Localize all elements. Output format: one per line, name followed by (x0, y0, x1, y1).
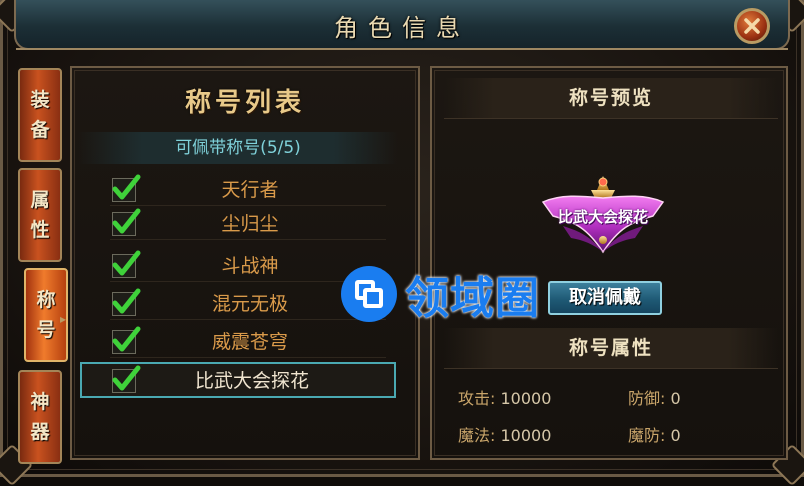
attribute-label: 攻击: (458, 389, 496, 408)
title-badge-text: 比武大会探花 (557, 208, 648, 226)
title-name: 比武大会探花 (194, 370, 309, 392)
tab-label: 属性 (30, 189, 50, 241)
tab-equipment[interactable]: 装备 (18, 68, 62, 162)
attribute-magic: 魔法: 10000 (458, 422, 551, 446)
checkmark-icon (112, 326, 141, 352)
title-name: 斗战神 (221, 255, 279, 277)
title-name: 尘归尘 (221, 213, 279, 235)
row-divider (110, 357, 386, 358)
checkmark-icon (112, 365, 141, 391)
row-divider (110, 205, 386, 206)
title-row-selected[interactable]: 比武大会探花 (80, 362, 396, 398)
checkmark-icon (112, 174, 141, 200)
attribute-value: 10000 (500, 426, 552, 445)
title-name: 混元无极 (211, 293, 288, 315)
tab-artifact[interactable]: 神器 (18, 370, 62, 464)
attribute-label: 魔防: (628, 426, 666, 445)
title-name: 天行者 (221, 179, 279, 201)
checkmark-icon (112, 208, 141, 234)
title-row[interactable]: 尘归尘 (80, 208, 396, 240)
title-name: 威震苍穹 (211, 331, 288, 353)
attribute-value: 10000 (500, 389, 552, 408)
checkbox[interactable] (112, 250, 141, 278)
checkmark-icon (112, 250, 141, 276)
attribute-value: 0 (670, 389, 681, 408)
attribute-attack: 攻击: 10000 (458, 385, 551, 409)
title-row[interactable]: 天行者 (80, 174, 396, 206)
close-icon (744, 18, 760, 34)
attribute-label: 防御: (628, 389, 666, 408)
wearable-count: 可佩带称号(5/5) (78, 132, 398, 164)
window-title: 角色信息 (334, 14, 470, 42)
tab-label: 称号 (36, 289, 56, 341)
attribute-label: 魔法: (458, 426, 496, 445)
checkbox[interactable] (112, 288, 141, 316)
preview-heading: 称号预览 (444, 78, 778, 119)
checkmark-icon (112, 288, 141, 314)
attribute-defense: 防御: 0 (628, 385, 681, 409)
tab-label: 装备 (30, 89, 50, 141)
watermark-text: 领域圈 (405, 273, 540, 324)
attributes-heading: 称号属性 (444, 328, 778, 369)
attribute-magic-defense: 魔防: 0 (628, 422, 681, 446)
title-bar: 角色信息 (14, 0, 790, 50)
active-tab-arrow-icon: ▸ (60, 312, 67, 326)
row-divider (110, 239, 386, 240)
watermark: 领域圈 (341, 262, 540, 326)
close-button[interactable] (734, 8, 770, 44)
checkbox[interactable] (112, 208, 141, 236)
unequip-title-button[interactable]: 取消佩戴 (548, 281, 662, 315)
checkbox[interactable] (112, 174, 141, 202)
tab-label: 神器 (30, 391, 50, 443)
checkbox[interactable] (112, 326, 141, 354)
title-list-heading: 称号列表 (184, 88, 305, 118)
watermark-logo-icon (341, 266, 397, 322)
title-badge: 比武大会探花 (541, 172, 665, 254)
title-row[interactable]: 威震苍穹 (80, 326, 396, 358)
attribute-value: 0 (670, 426, 681, 445)
checkbox[interactable] (112, 365, 141, 393)
tab-attributes[interactable]: 属性 (18, 168, 62, 262)
